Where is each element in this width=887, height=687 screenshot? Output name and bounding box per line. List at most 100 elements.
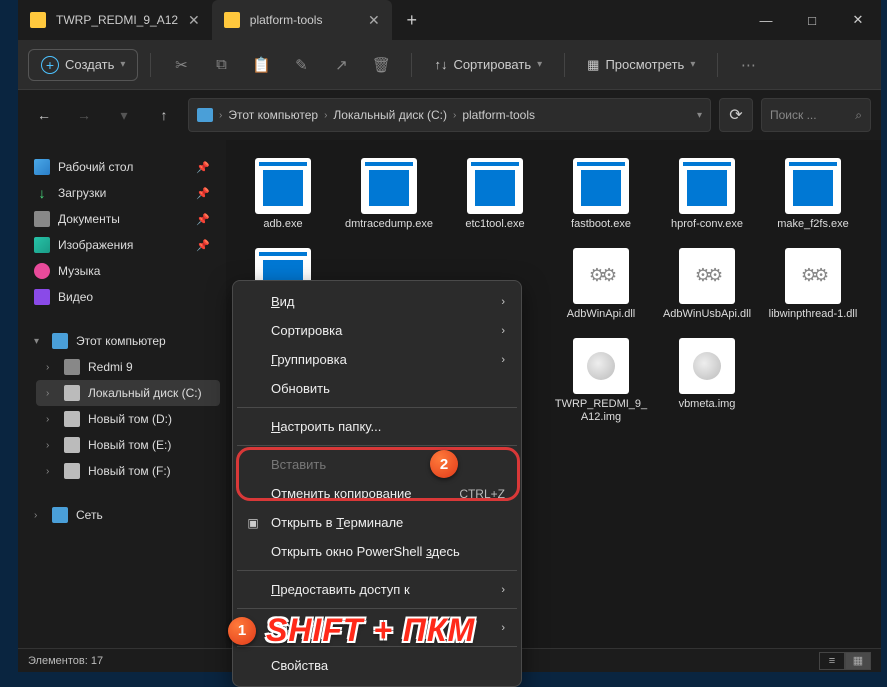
ctx-view[interactable]: Вид› — [233, 287, 521, 316]
ctx-customize[interactable]: Настроить папку... — [233, 412, 521, 441]
ctx-refresh[interactable]: Обновить — [233, 374, 521, 403]
ctx-label: Обновить — [271, 381, 330, 396]
ctx-label: Свойства — [271, 658, 328, 673]
file-item[interactable]: vbmeta.img — [656, 332, 758, 432]
separator — [237, 608, 517, 609]
file-item[interactable]: AdbWinUsbApi.dll — [656, 242, 758, 328]
rename-icon[interactable]: ✎ — [283, 49, 319, 81]
back-button[interactable]: ← — [28, 99, 60, 131]
sidebar-drive[interactable]: ›Новый том (D:) — [36, 406, 220, 432]
minimize-button[interactable]: ― — [743, 0, 789, 40]
file-name: vbmeta.img — [679, 398, 736, 412]
file-icon — [573, 338, 629, 394]
file-item[interactable]: hprof-conv.exe — [656, 152, 758, 238]
close-icon[interactable]: ✕ — [188, 12, 200, 29]
tab-label: TWRP_REDMI_9_A12 — [56, 13, 178, 27]
ctx-sort[interactable]: Сортировка› — [233, 316, 521, 345]
chevron-right-icon: › — [46, 414, 56, 425]
file-icon — [785, 158, 841, 214]
delete-icon[interactable]: 🗑 — [363, 49, 399, 81]
file-item[interactable]: adb.exe — [232, 152, 334, 238]
file-item[interactable]: etc1tool.exe — [444, 152, 546, 238]
folder-icon — [30, 12, 46, 28]
divider — [411, 53, 412, 77]
sidebar-drive[interactable]: ›Новый том (E:) — [36, 432, 220, 458]
forward-button[interactable]: → — [68, 99, 100, 131]
file-item[interactable]: fastboot.exe — [550, 152, 652, 238]
file-item[interactable]: dmtracedump.exe — [338, 152, 440, 238]
sidebar-item[interactable]: Рабочий стол📌 — [24, 154, 220, 180]
file-icon — [255, 158, 311, 214]
file-icon — [467, 158, 523, 214]
paste-icon[interactable]: 📋 — [243, 49, 279, 81]
chevron-down-icon: ▾ — [537, 59, 542, 70]
folder-icon — [224, 12, 240, 28]
sort-button[interactable]: ↑↓ Сортировать ▾ — [424, 57, 552, 72]
chevron-right-icon: › — [219, 110, 222, 121]
crumb[interactable]: platform-tools — [462, 108, 535, 122]
file-icon — [679, 158, 735, 214]
sidebar-item[interactable]: Изображения📌 — [24, 232, 220, 258]
sidebar-this-pc[interactable]: ▾ Этот компьютер — [24, 328, 220, 354]
sidebar-icon — [34, 237, 50, 253]
ctx-group[interactable]: Группировка› — [233, 345, 521, 374]
search-input[interactable]: Поиск ... ⌕ — [761, 98, 871, 132]
file-name: make_f2fs.exe — [777, 218, 849, 232]
sidebar-item[interactable]: Музыка — [24, 258, 220, 284]
pin-icon: 📌 — [196, 213, 210, 226]
file-icon — [679, 248, 735, 304]
tab-twrp[interactable]: TWRP_REDMI_9_A12 ✕ — [18, 0, 212, 40]
ctx-paste: Вставить — [233, 450, 521, 479]
chevron-down-icon: ▾ — [690, 59, 695, 70]
chevron-right-icon: › — [453, 110, 456, 121]
file-item[interactable]: libwinpthread-1.dll — [762, 242, 864, 328]
sidebar-drive[interactable]: ›Новый том (F:) — [36, 458, 220, 484]
cut-icon[interactable]: ✂ — [163, 49, 199, 81]
address-bar[interactable]: › Этот компьютер › Локальный диск (C:) ›… — [188, 98, 711, 132]
up-button[interactable]: ↑ — [148, 99, 180, 131]
ctx-create[interactable]: Создать› — [233, 613, 521, 642]
ctx-open-powershell[interactable]: Открыть окно PowerShell здесь — [233, 537, 521, 566]
sidebar-icon — [34, 289, 50, 305]
more-icon[interactable]: ⋯ — [730, 49, 766, 81]
file-name: hprof-conv.exe — [671, 218, 743, 232]
crumb[interactable]: Локальный диск (C:) — [333, 108, 447, 122]
view-button[interactable]: ▦ Просмотреть ▾ — [577, 57, 705, 73]
sidebar-drive[interactable]: ›Redmi 9 — [36, 354, 220, 380]
chevron-right-icon: › — [324, 110, 327, 121]
crumb[interactable]: Этот компьютер — [228, 108, 318, 122]
separator — [237, 407, 517, 408]
file-item[interactable]: AdbWinApi.dll — [550, 242, 652, 328]
ctx-label: Вставить — [271, 457, 326, 472]
file-item[interactable]: TWRP_REDMI_9_A12.img — [550, 332, 652, 432]
sidebar-drive[interactable]: ›Локальный диск (C:) — [36, 380, 220, 406]
close-window-button[interactable]: ✕ — [835, 0, 881, 40]
file-item[interactable]: make_f2fs.exe — [762, 152, 864, 238]
sidebar-item[interactable]: Видео — [24, 284, 220, 310]
ctx-give-access[interactable]: Предоставить доступ к› — [233, 575, 521, 604]
copy-icon[interactable]: ⧉ — [203, 49, 239, 81]
share-icon[interactable]: ↗ — [323, 49, 359, 81]
drive-icon — [64, 437, 80, 453]
pc-icon — [197, 108, 213, 122]
maximize-button[interactable]: □ — [789, 0, 835, 40]
recent-button[interactable]: ▾ — [108, 99, 140, 131]
plus-icon: + — [41, 56, 59, 74]
ctx-undo-copy[interactable]: Отменить копированиеCTRL+Z — [233, 479, 521, 508]
ctx-properties[interactable]: Свойства — [233, 651, 521, 680]
ctx-open-terminal[interactable]: ▣Открыть в Терминале — [233, 508, 521, 537]
chevron-down-icon[interactable]: ▾ — [697, 110, 702, 121]
divider — [150, 53, 151, 77]
sidebar-item[interactable]: Документы📌 — [24, 206, 220, 232]
tab-platform-tools[interactable]: platform-tools ✕ — [212, 0, 392, 40]
icons-view-button[interactable]: ▦ — [845, 652, 871, 670]
create-button[interactable]: + Создать ▾ — [28, 49, 138, 81]
refresh-button[interactable]: ⟳ — [719, 98, 753, 132]
close-icon[interactable]: ✕ — [368, 12, 380, 29]
separator — [237, 570, 517, 571]
sidebar-item[interactable]: ↓Загрузки📌 — [24, 180, 220, 206]
sidebar-network[interactable]: › Сеть — [24, 502, 220, 528]
details-view-button[interactable]: ≡ — [819, 652, 845, 670]
divider — [717, 53, 718, 77]
new-tab-button[interactable]: + — [392, 0, 432, 40]
